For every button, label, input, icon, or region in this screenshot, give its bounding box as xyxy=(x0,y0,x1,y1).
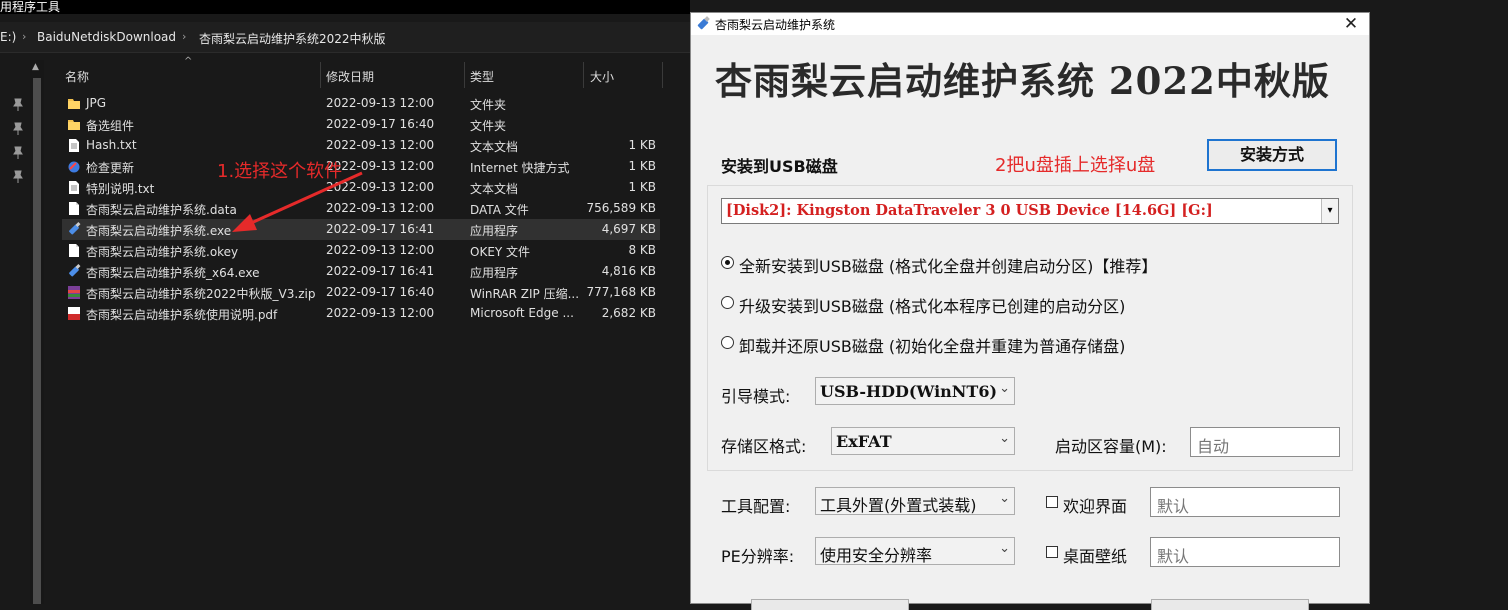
pe-resolution-label: PE分辨率: xyxy=(721,547,795,566)
option-fresh-install-label[interactable]: 全新安装到USB磁盘 (格式化全盘并创建启动分区)【推荐】 xyxy=(739,253,1157,277)
storage-format-label: 存储区格式: xyxy=(721,437,807,456)
tool-config-select[interactable]: 工具外置(外置式装载) ⌄ xyxy=(815,487,1015,515)
usb-disk-select[interactable]: [Disk2]: Kingston DataTraveler 3 0 USB D… xyxy=(721,198,1339,224)
boot-mode-label: 引导模式: xyxy=(721,387,791,406)
chevron-down-icon: ⌄ xyxy=(999,541,1010,556)
storage-format-value: ExFAT xyxy=(836,432,892,451)
boot-mode-value: USB-HDD(WinNT6) xyxy=(820,382,998,401)
welcome-screen-label[interactable]: 欢迎界面 xyxy=(1063,493,1127,517)
desktop-wallpaper-input[interactable]: 默认 xyxy=(1150,537,1340,567)
welcome-screen-checkbox[interactable] xyxy=(1046,496,1058,508)
boot-mode-select[interactable]: USB-HDD(WinNT6) ⌄ xyxy=(815,377,1015,405)
bottom-right-button[interactable] xyxy=(1151,599,1309,610)
product-banner: 杏雨梨云启动维护系统 2022中秋版 xyxy=(715,59,1330,103)
option-uninstall-restore-label[interactable]: 卸载并还原USB磁盘 (初始化全盘并重建为普通存储盘) xyxy=(739,333,1125,357)
chevron-down-icon: ⌄ xyxy=(999,381,1010,396)
welcome-screen-value: 默认 xyxy=(1157,497,1190,516)
radio-upgrade-install[interactable] xyxy=(721,296,734,309)
desktop-wallpaper-label[interactable]: 桌面壁纸 xyxy=(1063,543,1127,567)
usb-app-icon xyxy=(697,16,710,30)
desktop-wallpaper-checkbox[interactable] xyxy=(1046,546,1058,558)
storage-format-select[interactable]: ExFAT ⌄ xyxy=(831,427,1015,455)
dialog-titlebar[interactable]: 杏雨梨云启动维护系统 ✕ xyxy=(691,13,1369,35)
usb-disk-selected-value: [Disk2]: Kingston DataTraveler 3 0 USB D… xyxy=(726,202,1213,219)
welcome-screen-input[interactable]: 默认 xyxy=(1150,487,1340,517)
bottom-left-button[interactable] xyxy=(751,599,909,610)
radio-fresh-install[interactable] xyxy=(721,256,734,269)
install-target-label: 安装到USB磁盘 xyxy=(721,157,838,176)
chevron-down-icon: ⌄ xyxy=(999,491,1010,506)
boot-capacity-input[interactable]: 自动 xyxy=(1190,427,1340,457)
boot-capacity-value: 自动 xyxy=(1197,437,1230,456)
boot-capacity-label: 启动区容量(M): xyxy=(1055,437,1167,456)
pe-resolution-select[interactable]: 使用安全分辨率 ⌄ xyxy=(815,537,1015,565)
annotation-step2: 2把u盘插上选择u盘 xyxy=(995,155,1156,176)
chevron-down-icon: ⌄ xyxy=(999,431,1010,446)
option-upgrade-install-label[interactable]: 升级安装到USB磁盘 (格式化本程序已创建的启动分区) xyxy=(739,293,1125,317)
tool-config-label: 工具配置: xyxy=(721,497,791,516)
tool-config-value: 工具外置(外置式装载) xyxy=(820,496,977,515)
pe-resolution-value: 使用安全分辨率 xyxy=(820,546,933,565)
install-mode-button[interactable]: 安装方式 xyxy=(1207,139,1337,171)
installer-dialog: 杏雨梨云启动维护系统 ✕ 杏雨梨云启动维护系统 2022中秋版 安装到USB磁盘… xyxy=(690,12,1370,610)
radio-uninstall-restore[interactable] xyxy=(721,336,734,349)
close-icon[interactable]: ✕ xyxy=(1341,14,1361,34)
dialog-title: 杏雨梨云启动维护系统 xyxy=(715,18,836,32)
dropdown-arrow-icon[interactable]: ▾ xyxy=(1321,199,1338,223)
desktop-wallpaper-value: 默认 xyxy=(1157,547,1190,566)
annotation-arrow-step1 xyxy=(232,171,363,232)
